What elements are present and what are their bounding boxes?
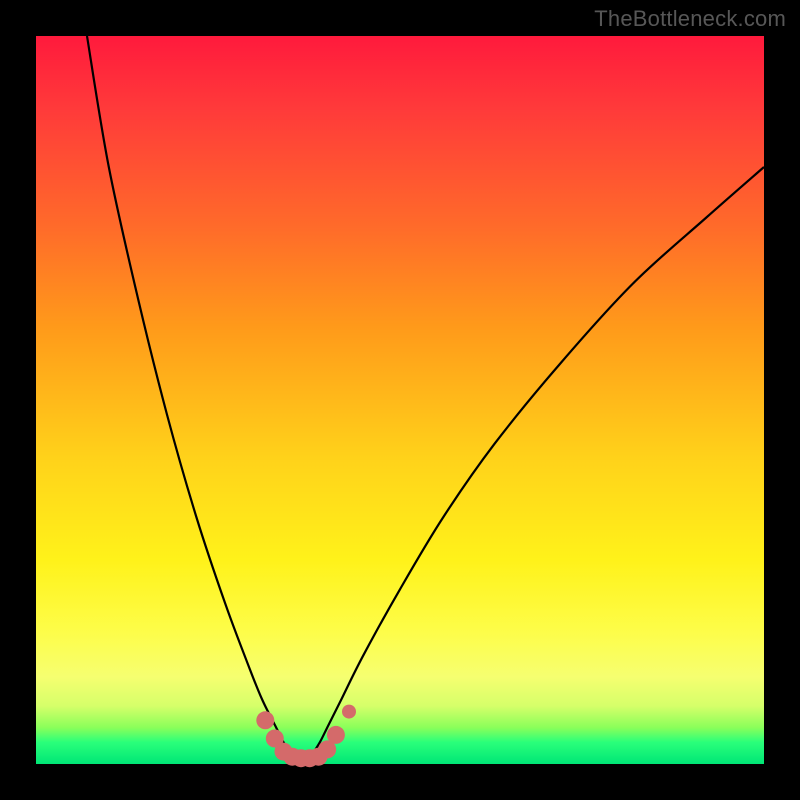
valley-marker-group bbox=[256, 705, 356, 768]
valley-marker bbox=[327, 726, 345, 744]
valley-marker bbox=[256, 711, 274, 729]
bottleneck-curve-svg bbox=[36, 36, 764, 764]
chart-frame: TheBottleneck.com bbox=[0, 0, 800, 800]
valley-marker bbox=[342, 705, 356, 719]
watermark-text: TheBottleneck.com bbox=[594, 6, 786, 32]
plot-area bbox=[36, 36, 764, 764]
bottleneck-curve-path bbox=[87, 36, 764, 759]
